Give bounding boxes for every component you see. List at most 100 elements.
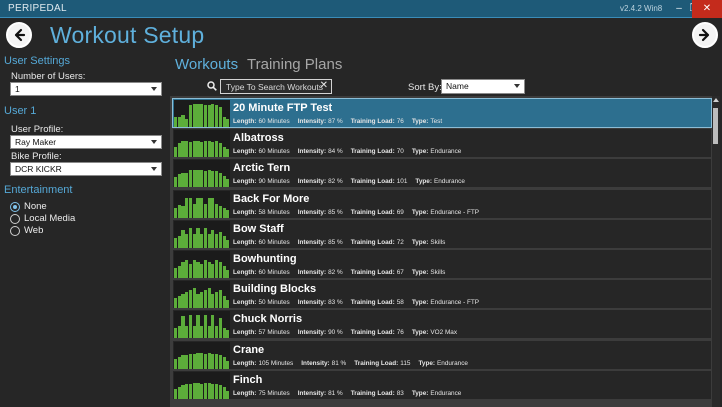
- scroll-up-icon[interactable]: [713, 98, 719, 102]
- profile-bar: [200, 326, 204, 339]
- workout-meta: Length: 58 Minutes Intensity: 85 % Training …: [233, 209, 487, 216]
- length-value: 90 Minutes: [258, 178, 290, 186]
- number-of-users-select[interactable]: 1: [10, 82, 162, 96]
- training-load-label: Training Load:: [350, 208, 395, 216]
- workout-row[interactable]: Albatross Length: 60 Minutes Intensity: 84 %…: [172, 128, 712, 159]
- profile-bar: [203, 105, 207, 127]
- type-value: Endurance: [430, 389, 462, 397]
- profile-bar: [181, 141, 185, 158]
- profile-bar: [211, 229, 215, 248]
- profile-bar: [181, 229, 185, 248]
- list-scrollbar[interactable]: [712, 96, 720, 407]
- profile-bar: [192, 382, 196, 399]
- type-value: VO2 Max: [430, 329, 458, 337]
- workout-row[interactable]: Chuck Norris Length: 57 Minutes Intensity: 9…: [172, 309, 712, 340]
- search-icon: [207, 81, 217, 91]
- workout-name: Back For More: [233, 192, 310, 205]
- profile-bar: [222, 296, 226, 309]
- close-button[interactable]: ✕: [692, 0, 722, 18]
- forward-button[interactable]: [692, 22, 718, 48]
- training-load-value: 115: [400, 359, 411, 367]
- clear-search-icon[interactable]: ✕: [320, 81, 328, 91]
- profile-bar: [181, 173, 185, 188]
- profile-bar: [222, 356, 226, 369]
- workout-row[interactable]: Finch Length: 75 Minutes Intensity: 81 % Trai…: [172, 369, 712, 400]
- profile-bar: [200, 383, 204, 399]
- intensity-value: 81 %: [331, 359, 347, 367]
- user-profile-select[interactable]: Ray Maker: [10, 135, 162, 149]
- profile-bar: [188, 383, 193, 399]
- profile-bar: [196, 352, 200, 369]
- profile-bar: [226, 330, 230, 339]
- tab-training-plans[interactable]: Training Plans: [247, 56, 342, 73]
- sort-by-select[interactable]: Name: [441, 79, 525, 94]
- workout-profile-thumbnail: [174, 160, 230, 188]
- training-load-value: 101: [396, 178, 408, 186]
- tab-workouts[interactable]: Workouts: [175, 56, 238, 73]
- workout-row[interactable]: 20 Minute FTP Test Length: 60 Minutes Inten…: [172, 98, 712, 128]
- profile-bar: [185, 141, 189, 158]
- bike-profile-select[interactable]: DCR KICKR: [10, 162, 162, 176]
- workout-row[interactable]: Bow Staff Length: 60 Minutes Intensity: 85 %…: [172, 218, 712, 249]
- profile-bar: [181, 294, 185, 309]
- type-label: Type:: [411, 329, 429, 337]
- type-value: Endurance - FTP: [430, 208, 480, 216]
- workout-profile-thumbnail: [174, 341, 230, 369]
- workout-meta: Length: 60 Minutes Intensity: 84 % Training …: [233, 148, 469, 155]
- profile-bar: [203, 290, 207, 309]
- profile-bar: [196, 170, 200, 188]
- workout-meta: Length: 60 Minutes Intensity: 87 % Training …: [233, 118, 450, 125]
- training-load-value: 76: [396, 329, 404, 337]
- profile-bar: [192, 104, 196, 127]
- profile-bar: [185, 354, 189, 369]
- workout-row[interactable]: Arctic Tern Length: 90 Minutes Intensity: 82…: [172, 158, 712, 189]
- workout-list: 20 Minute FTP Test Length: 60 Minutes Inten…: [170, 96, 712, 407]
- search-input[interactable]: Type To Search Workouts ✕: [220, 79, 332, 94]
- length-label: Length:: [233, 389, 257, 397]
- type-label: Type:: [411, 389, 429, 397]
- profile-bar: [200, 233, 204, 248]
- profile-bar: [218, 107, 222, 127]
- workout-name: Finch: [233, 373, 263, 386]
- chevron-down-icon: [151, 167, 157, 171]
- workout-row[interactable]: Bowhunting Length: 60 Minutes Intensity: 82 …: [172, 249, 712, 279]
- type-label: Type:: [411, 118, 429, 125]
- profile-bar: [181, 384, 185, 399]
- sort-by-value: Name: [446, 81, 469, 91]
- intensity-value: 82 %: [328, 178, 343, 186]
- workout-row[interactable]: Back For More Length: 58 Minutes Intensity:…: [172, 188, 712, 219]
- profile-bar: [185, 197, 189, 218]
- workout-row[interactable]: Crane Length: 105 Minutes Intensity: 81 % Tra…: [172, 339, 712, 370]
- profile-bar: [211, 383, 215, 399]
- profile-bar: [181, 205, 185, 218]
- profile-bar: [203, 382, 207, 399]
- workout-name: Crane: [233, 343, 265, 356]
- workout-row[interactable]: Building Blocks Length: 50 Minutes Intensit…: [172, 279, 712, 310]
- profile-bar: [218, 290, 222, 309]
- profile-bar: [177, 266, 181, 278]
- profile-bar: [185, 119, 189, 127]
- profile-bar: [177, 174, 181, 188]
- profile-bar: [185, 233, 189, 248]
- profile-bar: [222, 147, 226, 158]
- profile-bar: [188, 105, 193, 127]
- profile-bar: [177, 386, 181, 399]
- profile-bar: [196, 294, 200, 309]
- profile-bar: [192, 233, 196, 248]
- profile-bar: [207, 288, 211, 309]
- back-button[interactable]: [6, 22, 32, 48]
- profile-bar: [177, 296, 181, 309]
- version-label: v2.4.2 Win8: [620, 4, 663, 13]
- intensity-label: Intensity:: [297, 269, 327, 276]
- profile-bar: [222, 117, 226, 127]
- intensity-value: 85 %: [328, 238, 343, 246]
- profile-bar: [192, 203, 196, 218]
- training-load-label: Training Load:: [350, 299, 395, 307]
- type-label: Type:: [411, 238, 429, 246]
- profile-bar: [226, 360, 230, 369]
- scroll-thumb[interactable]: [713, 108, 718, 144]
- length-value: 58 Minutes: [258, 208, 290, 216]
- profile-bar: [215, 326, 219, 339]
- profile-bar: [215, 233, 219, 248]
- profile-bar: [203, 260, 207, 278]
